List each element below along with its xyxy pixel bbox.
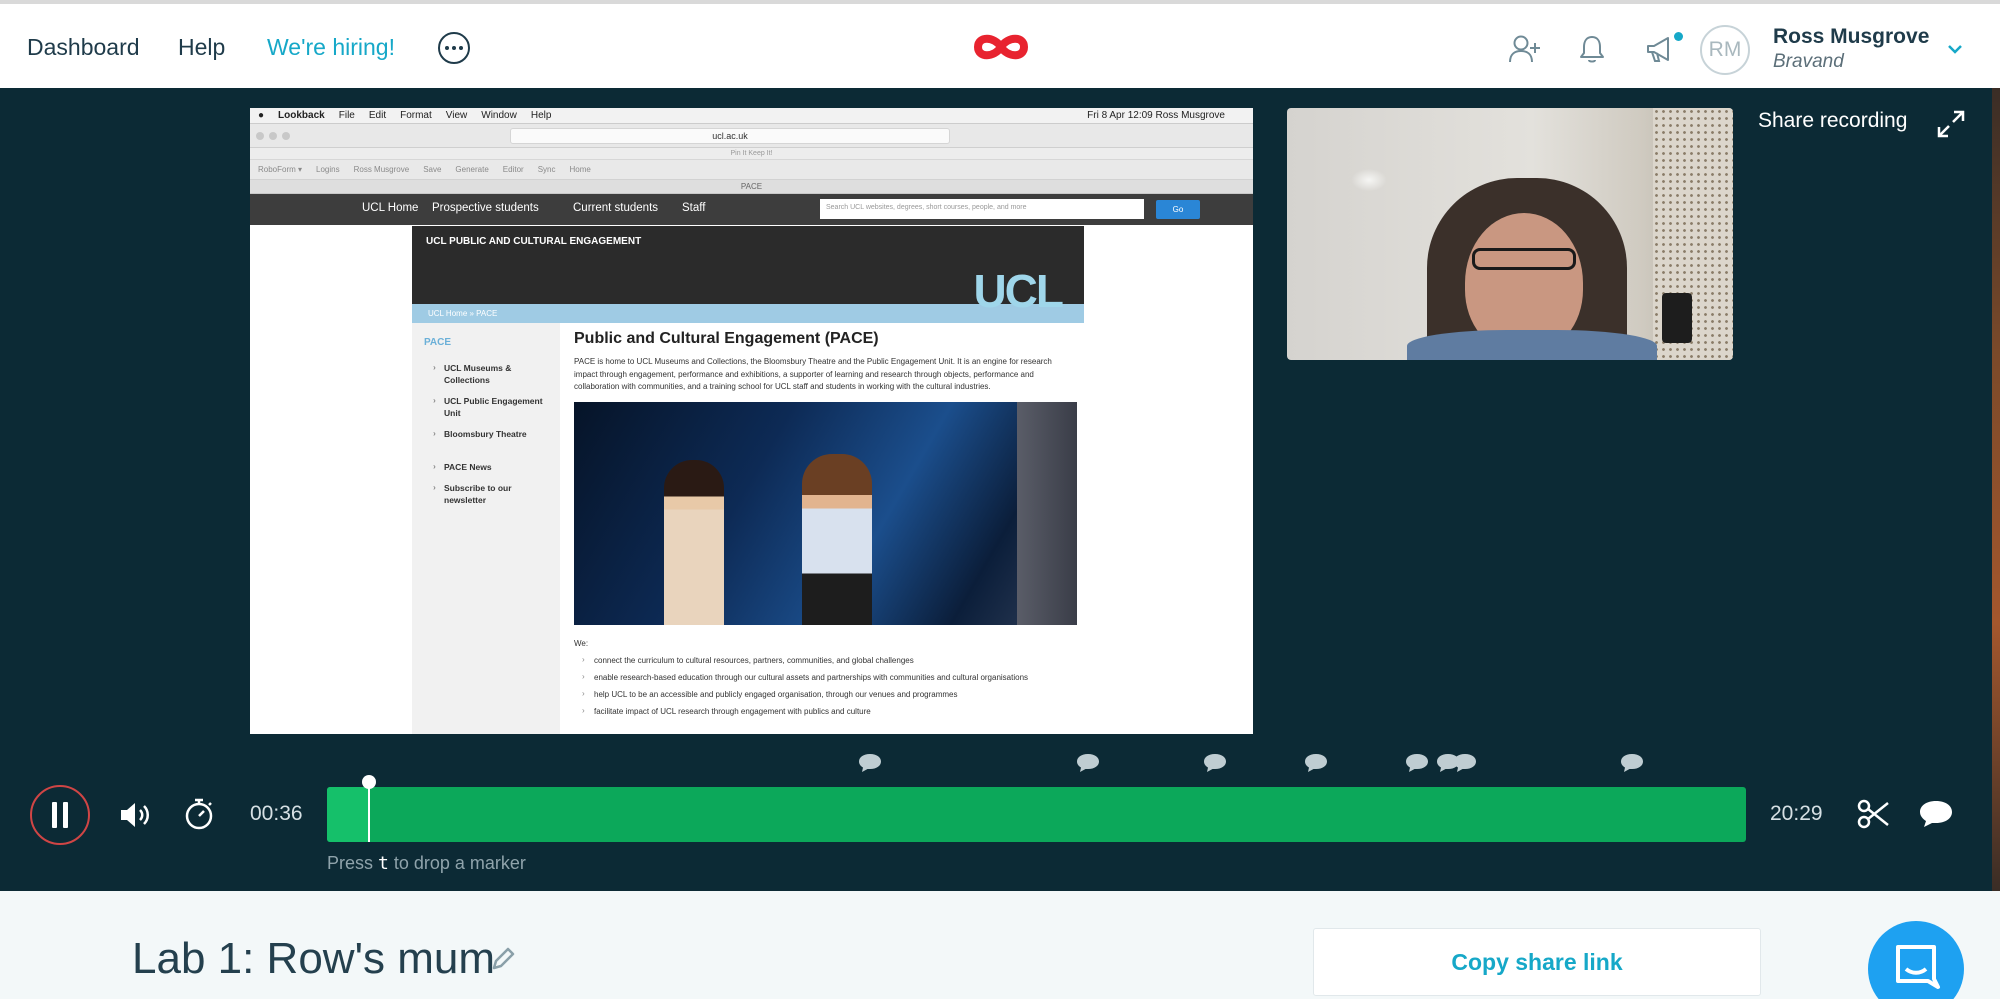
comment-marker-icon[interactable] xyxy=(1075,752,1101,774)
site-search: Search UCL websites, degrees, short cour… xyxy=(820,199,1144,219)
site-bullet: help UCL to be an accessible and publicl… xyxy=(574,689,1074,699)
site-sidebar-item: UCL Museums & Collections xyxy=(424,361,548,386)
menubar-status: Fri 8 Apr 12:09 Ross Musgrove xyxy=(1087,110,1225,121)
menubar-help: Help xyxy=(530,110,552,121)
url-bar: ucl.ac.uk xyxy=(510,128,950,144)
nav-hiring[interactable]: We're hiring! xyxy=(267,34,395,61)
bookmark-item: Editor xyxy=(502,165,524,174)
scissors-icon[interactable] xyxy=(1857,798,1891,830)
marker-key: t xyxy=(378,853,389,874)
mac-menubar: ● Lookback File Edit Format View Window … xyxy=(250,108,1253,124)
copy-share-link-button[interactable]: Copy share link xyxy=(1313,928,1761,996)
site-bullet: connect the curriculum to cultural resou… xyxy=(574,655,1074,665)
comment-icon[interactable] xyxy=(1918,799,1954,829)
site-sidebar-title: PACE xyxy=(424,337,452,348)
comment-marker-icon[interactable] xyxy=(1619,752,1645,774)
site-nav-item: Staff xyxy=(682,202,706,214)
add-user-icon[interactable] xyxy=(1508,34,1542,64)
timeline-progress xyxy=(327,787,368,842)
pencil-icon[interactable] xyxy=(490,946,516,972)
site-nav-item: UCL Home xyxy=(362,202,419,214)
notification-dot xyxy=(1674,32,1683,41)
expand-icon[interactable] xyxy=(1935,108,1967,140)
user-name[interactable]: Ross Musgrove xyxy=(1773,25,1929,49)
browser-tab: PACE xyxy=(250,180,1253,194)
site-dept: UCL PUBLIC AND CULTURAL ENGAGEMENT xyxy=(426,236,642,247)
menubar-edit: Edit xyxy=(368,110,387,121)
site-sidebar-item: PACE News xyxy=(424,460,548,473)
window-controls xyxy=(256,132,290,140)
comment-marker-icon[interactable] xyxy=(1202,752,1228,774)
apple-icon: ● xyxy=(258,110,265,121)
site-go-button: Go xyxy=(1156,200,1200,219)
site-content: Public and Cultural Engagement (PACE) PA… xyxy=(574,330,1077,724)
site-bullet: facilitate impact of UCL research throug… xyxy=(574,706,1074,716)
site-sidebar-item: UCL Public Engagement Unit xyxy=(424,394,548,419)
site-page: UCL PUBLIC AND CULTURAL ENGAGEMENT UCL U… xyxy=(412,226,1084,734)
browser-toolbar: ucl.ac.uk xyxy=(250,124,1253,148)
webcam-feed[interactable] xyxy=(1287,108,1733,360)
extension-strip: Pin It Keep It! xyxy=(250,148,1253,160)
site-photo xyxy=(574,401,1077,625)
bookmark-item: Ross Musgrove xyxy=(353,165,410,174)
recording-title: Lab 1: Row's mum xyxy=(132,934,495,983)
bookmark-item: RoboForm ▾ xyxy=(258,165,303,174)
current-time: 00:36 xyxy=(250,802,303,825)
site-sidebar: PACE UCL Museums & Collections UCL Publi… xyxy=(412,323,560,734)
bell-icon[interactable] xyxy=(1578,34,1606,64)
screen-recording[interactable]: ● Lookback File Edit Format View Window … xyxy=(250,108,1253,734)
chevron-down-icon[interactable] xyxy=(1947,44,1963,54)
timeline-track[interactable] xyxy=(327,775,1746,842)
menubar-window: Window xyxy=(481,110,517,121)
site-bullet: enable research-based education through … xyxy=(574,672,1074,682)
site-sidebar-item: Bloomsbury Theatre xyxy=(424,427,548,440)
timer-icon[interactable] xyxy=(183,797,215,831)
total-time: 20:29 xyxy=(1770,802,1823,825)
site-sidebar-item: Subscribe to our newsletter xyxy=(424,481,548,506)
megaphone-icon[interactable] xyxy=(1644,34,1676,64)
menubar-file: File xyxy=(338,110,355,121)
comment-marker-icon[interactable] xyxy=(1452,752,1478,774)
volume-icon[interactable] xyxy=(118,800,154,830)
bookmark-item: Sync xyxy=(537,165,556,174)
background-edge xyxy=(1992,88,2000,891)
site-heading: Public and Cultural Engagement (PACE) xyxy=(574,330,879,347)
menubar-view: View xyxy=(445,110,468,121)
top-nav: Dashboard Help We're hiring! RM Ross Mus… xyxy=(0,0,2000,88)
site-intro: PACE is home to UCL Museums and Collecti… xyxy=(574,357,1052,391)
bookmark-item: Save xyxy=(423,165,442,174)
marker-hint: Press t to drop a marker xyxy=(327,853,526,874)
share-recording-button[interactable]: Share recording xyxy=(1758,109,1907,133)
site-nav-item: Current students xyxy=(573,202,659,214)
comment-marker-icon[interactable] xyxy=(857,752,883,774)
pause-button[interactable] xyxy=(30,785,90,845)
site-we: We: xyxy=(574,638,589,648)
comment-marker-icon[interactable] xyxy=(1404,752,1430,774)
bookmarks-bar: RoboForm ▾ Logins Ross Musgrove Save Gen… xyxy=(250,160,1253,180)
menubar-format: Format xyxy=(400,110,432,121)
playhead-handle[interactable] xyxy=(362,775,376,842)
chat-icon[interactable] xyxy=(1868,921,1964,999)
nav-dashboard[interactable]: Dashboard xyxy=(27,34,140,61)
site-nav: UCL Home Prospective students Current st… xyxy=(250,194,1253,225)
bookmark-item: Generate xyxy=(455,165,489,174)
bookmark-item: Logins xyxy=(316,165,340,174)
site-logo: UCL xyxy=(973,265,1064,317)
pause-icon xyxy=(52,802,57,828)
infinity-logo[interactable] xyxy=(970,30,1032,64)
site-nav-item: Prospective students xyxy=(432,202,539,214)
bookmark-item: Home xyxy=(569,165,591,174)
user-org: Bravand xyxy=(1773,51,1844,72)
site-banner: UCL PUBLIC AND CULTURAL ENGAGEMENT UCL xyxy=(412,226,1084,317)
nav-help[interactable]: Help xyxy=(178,34,225,61)
more-icon[interactable] xyxy=(438,32,470,64)
avatar[interactable]: RM xyxy=(1700,25,1750,75)
comment-marker-icon[interactable] xyxy=(1303,752,1329,774)
menubar-app: Lookback xyxy=(278,110,325,121)
